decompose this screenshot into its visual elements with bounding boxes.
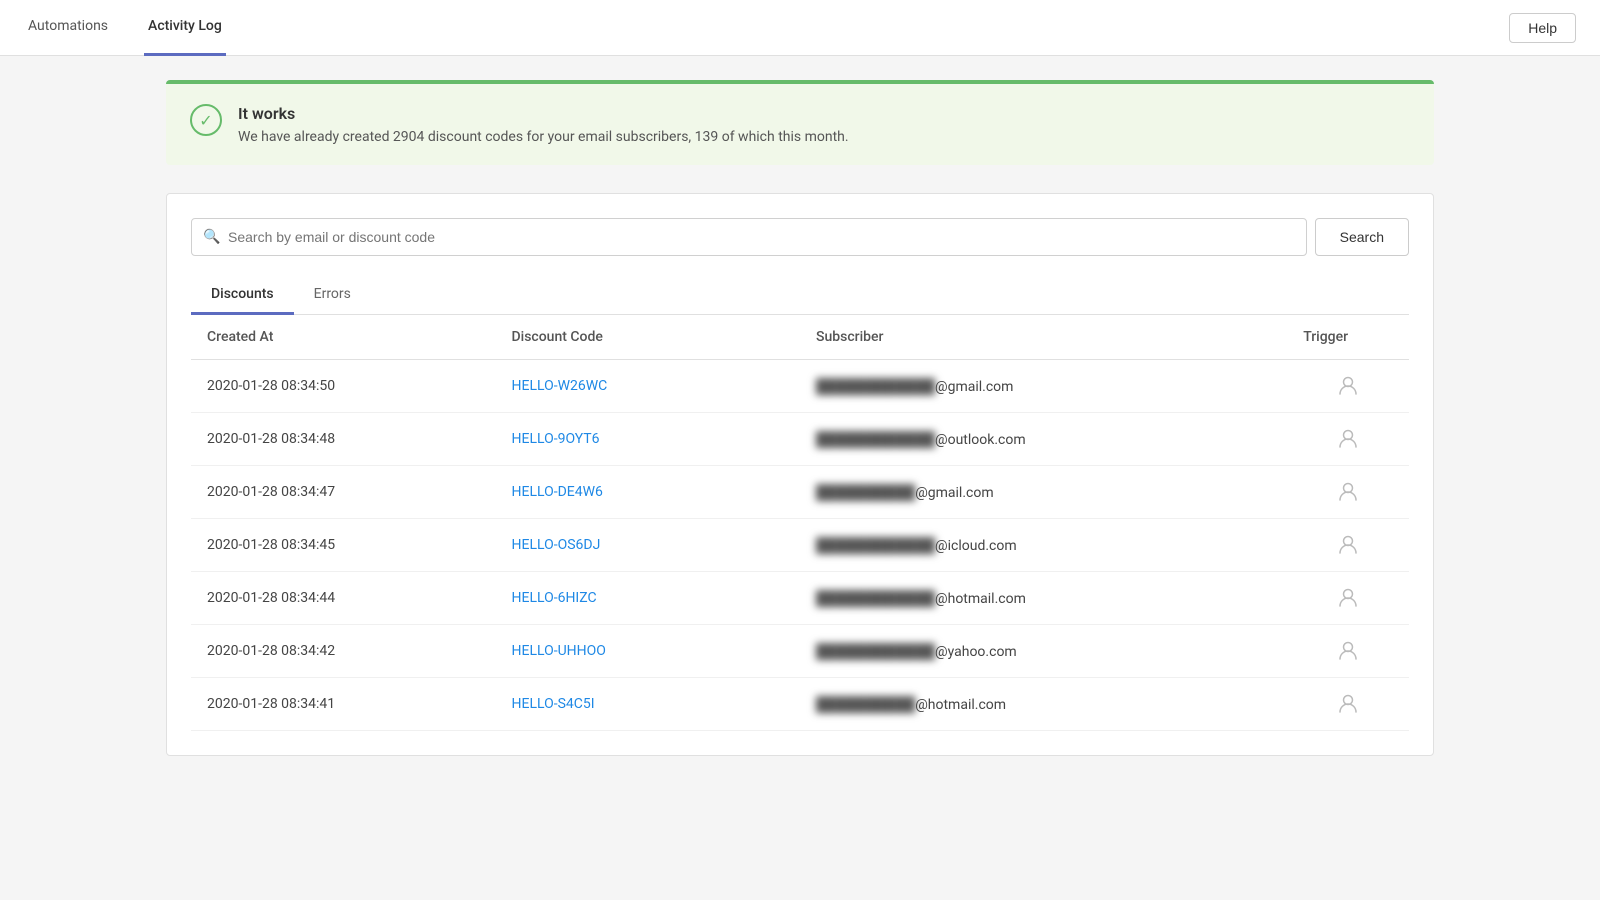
person-icon (1303, 641, 1393, 661)
subscriber-email-domain: @gmail.com (915, 485, 993, 501)
col-header-subscriber: Subscriber (800, 315, 1287, 360)
success-banner: ✓ It works We have already created 2904 … (166, 80, 1434, 165)
subscriber-email-prefix: ████████████ (816, 432, 935, 448)
cell-created-at: 2020-01-28 08:34:47 (191, 466, 496, 519)
search-icon: 🔍 (203, 229, 220, 245)
cell-discount-code[interactable]: HELLO-DE4W6 (496, 466, 801, 519)
banner-message: We have already created 2904 discount co… (238, 129, 849, 145)
subscriber-email-prefix: ██████████ (816, 485, 915, 501)
nav-items: Automations Activity Log (24, 0, 226, 56)
subscriber-email-prefix: ████████████ (816, 538, 935, 554)
table-row: 2020-01-28 08:34:42 HELLO-UHHOO ████████… (191, 625, 1409, 678)
col-header-discount-code: Discount Code (496, 315, 801, 360)
cell-trigger (1287, 360, 1409, 413)
person-icon (1303, 535, 1393, 555)
discount-code-link[interactable]: HELLO-DE4W6 (512, 484, 603, 500)
table-row: 2020-01-28 08:34:45 HELLO-OS6DJ ████████… (191, 519, 1409, 572)
tab-errors[interactable]: Errors (294, 276, 371, 315)
main-card: 🔍 Search Discounts Errors Created At Dis… (166, 193, 1434, 756)
subscriber-email-domain: @gmail.com (935, 379, 1013, 395)
discount-code-link[interactable]: HELLO-S4C5I (512, 696, 595, 712)
subscriber-email-prefix: ██████████ (816, 697, 915, 713)
table-row: 2020-01-28 08:34:44 HELLO-6HIZC ████████… (191, 572, 1409, 625)
table-row: 2020-01-28 08:34:41 HELLO-S4C5I ████████… (191, 678, 1409, 731)
discount-code-link[interactable]: HELLO-UHHOO (512, 643, 606, 659)
discount-code-link[interactable]: HELLO-W26WC (512, 378, 608, 394)
table-row: 2020-01-28 08:34:50 HELLO-W26WC ████████… (191, 360, 1409, 413)
help-button[interactable]: Help (1509, 13, 1576, 43)
subscriber-email-prefix: ████████████ (816, 591, 935, 607)
person-icon (1303, 429, 1393, 449)
cell-discount-code[interactable]: HELLO-9OYT6 (496, 413, 801, 466)
cell-created-at: 2020-01-28 08:34:41 (191, 678, 496, 731)
cell-discount-code[interactable]: HELLO-S4C5I (496, 678, 801, 731)
table-header-row: Created At Discount Code Subscriber Trig… (191, 315, 1409, 360)
person-icon (1303, 376, 1393, 396)
subscriber-email-domain: @hotmail.com (915, 697, 1006, 713)
discount-code-link[interactable]: HELLO-OS6DJ (512, 537, 601, 553)
search-button[interactable]: Search (1315, 218, 1409, 256)
nav-automations[interactable]: Automations (24, 0, 112, 56)
cell-created-at: 2020-01-28 08:34:44 (191, 572, 496, 625)
cell-trigger (1287, 678, 1409, 731)
discount-code-link[interactable]: HELLO-6HIZC (512, 590, 597, 606)
success-icon: ✓ (190, 104, 222, 136)
subscriber-email-domain: @yahoo.com (935, 644, 1017, 660)
cell-discount-code[interactable]: HELLO-OS6DJ (496, 519, 801, 572)
cell-subscriber: ████████████@outlook.com (800, 413, 1287, 466)
subscriber-email-domain: @outlook.com (935, 432, 1026, 448)
search-input-wrapper: 🔍 (191, 218, 1307, 256)
subscriber-email-domain: @icloud.com (935, 538, 1017, 554)
search-input[interactable] (191, 218, 1307, 256)
cell-trigger (1287, 572, 1409, 625)
cell-subscriber: ████████████@hotmail.com (800, 572, 1287, 625)
cell-discount-code[interactable]: HELLO-UHHOO (496, 625, 801, 678)
subscriber-email-domain: @hotmail.com (935, 591, 1026, 607)
search-row: 🔍 Search (191, 218, 1409, 256)
cell-subscriber: ██████████@gmail.com (800, 466, 1287, 519)
discounts-table: Created At Discount Code Subscriber Trig… (191, 315, 1409, 731)
top-navigation: Automations Activity Log Help (0, 0, 1600, 56)
tab-discounts[interactable]: Discounts (191, 276, 294, 315)
col-header-trigger: Trigger (1287, 315, 1409, 360)
cell-subscriber: ████████████@gmail.com (800, 360, 1287, 413)
cell-discount-code[interactable]: HELLO-W26WC (496, 360, 801, 413)
nav-activity-log[interactable]: Activity Log (144, 0, 226, 56)
cell-subscriber: ██████████@hotmail.com (800, 678, 1287, 731)
page-content: ✓ It works We have already created 2904 … (150, 56, 1450, 780)
cell-created-at: 2020-01-28 08:34:42 (191, 625, 496, 678)
tabs-bar: Discounts Errors (191, 276, 1409, 315)
cell-created-at: 2020-01-28 08:34:48 (191, 413, 496, 466)
cell-trigger (1287, 466, 1409, 519)
col-header-created-at: Created At (191, 315, 496, 360)
cell-trigger (1287, 519, 1409, 572)
cell-subscriber: ████████████@icloud.com (800, 519, 1287, 572)
success-content: It works We have already created 2904 di… (238, 104, 849, 145)
cell-trigger (1287, 625, 1409, 678)
cell-discount-code[interactable]: HELLO-6HIZC (496, 572, 801, 625)
table-row: 2020-01-28 08:34:47 HELLO-DE4W6 ████████… (191, 466, 1409, 519)
cell-trigger (1287, 413, 1409, 466)
cell-created-at: 2020-01-28 08:34:50 (191, 360, 496, 413)
person-icon (1303, 482, 1393, 502)
cell-created-at: 2020-01-28 08:34:45 (191, 519, 496, 572)
banner-title: It works (238, 104, 849, 123)
subscriber-email-prefix: ████████████ (816, 644, 935, 660)
subscriber-email-prefix: ████████████ (816, 379, 935, 395)
person-icon (1303, 694, 1393, 714)
cell-subscriber: ████████████@yahoo.com (800, 625, 1287, 678)
person-icon (1303, 588, 1393, 608)
table-row: 2020-01-28 08:34:48 HELLO-9OYT6 ████████… (191, 413, 1409, 466)
discount-code-link[interactable]: HELLO-9OYT6 (512, 431, 600, 447)
